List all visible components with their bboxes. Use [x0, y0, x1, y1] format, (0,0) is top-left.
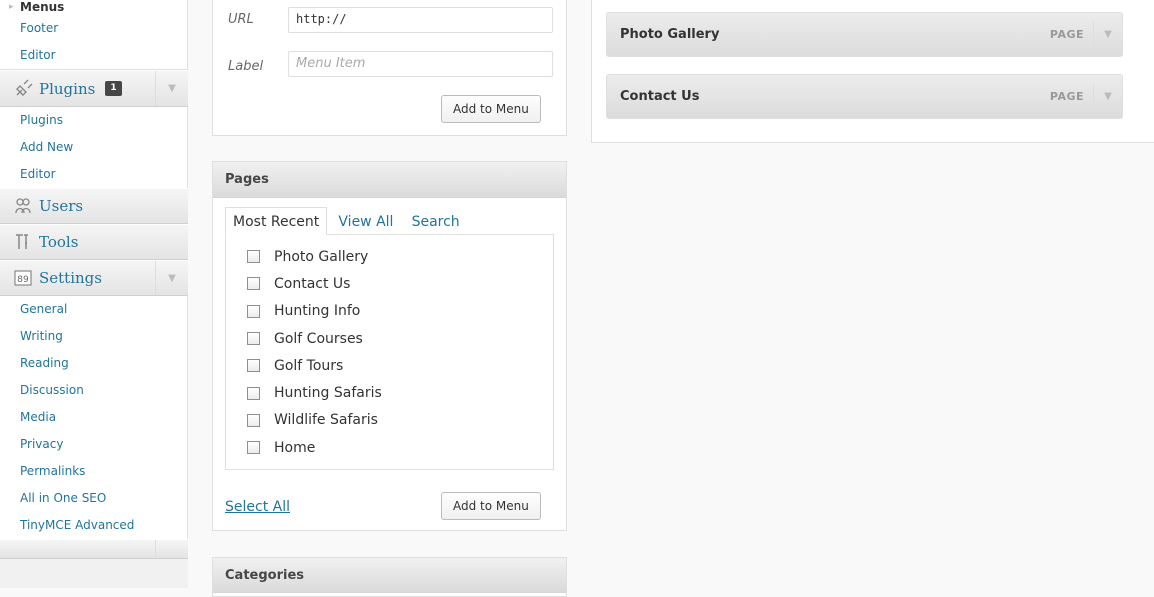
menu-structure-panel: Photo Gallery PAGE ▼ Contact Us PAGE ▼ — [591, 0, 1154, 143]
menu-item-type: PAGE — [1049, 28, 1084, 41]
page-label: Wildlife Safaris — [274, 412, 378, 429]
sidebar-item-add-new[interactable]: Add New — [0, 134, 187, 161]
menu-item-contact-us[interactable]: Contact Us PAGE ▼ — [606, 74, 1123, 119]
tab-most-recent[interactable]: Most Recent — [225, 207, 328, 235]
page-label: Golf Courses — [274, 330, 363, 347]
svg-text:89: 89 — [17, 275, 29, 285]
label-label: Label — [228, 59, 264, 74]
categories-box: Categories — [212, 557, 567, 597]
sidebar-menu-settings[interactable]: 89 Settings ▼ — [0, 260, 188, 296]
sidebar-item-general[interactable]: General — [0, 296, 187, 323]
sidebar-menu-label: Tools — [39, 233, 79, 251]
chevron-down-icon[interactable]: ▼ — [1093, 83, 1122, 110]
url-input[interactable]: http:// — [288, 7, 553, 33]
page-label: Hunting Safaris — [274, 385, 382, 402]
sidebar-menu-label: Users — [39, 197, 84, 215]
list-item[interactable]: Home — [226, 434, 553, 461]
page-checkbox[interactable] — [247, 413, 260, 427]
sidebar-menu-label: Plugins — [39, 79, 96, 98]
tab-search[interactable]: Search — [405, 208, 467, 236]
sidebar-menu-plugins[interactable]: Plugins 1 ▼ — [0, 70, 188, 107]
page-label: Hunting Info — [274, 303, 361, 320]
select-all-link[interactable]: Select All — [225, 499, 290, 515]
sidebar-item-writing[interactable]: Writing — [0, 323, 187, 350]
sidebar-item-privacy[interactable]: Privacy — [0, 431, 187, 458]
sidebar-item-media[interactable]: Media — [0, 404, 187, 431]
sidebar-item-footer[interactable]: Footer — [0, 15, 187, 42]
page-label: Home — [274, 439, 316, 456]
page-checkbox[interactable] — [247, 441, 260, 455]
sidebar-item-tinymce-advanced[interactable]: TinyMCE Advanced — [0, 512, 187, 539]
url-input-value: http:// — [296, 12, 347, 26]
settings-icon: 89 — [12, 267, 34, 289]
tools-icon — [12, 231, 34, 253]
menu-item-title: Photo Gallery — [620, 27, 720, 42]
page-checkbox[interactable] — [247, 386, 260, 400]
sidebar-item-all-in-one-seo[interactable]: All in One SEO — [0, 485, 187, 512]
chevron-down-icon[interactable]: ▼ — [155, 261, 188, 295]
add-pages-button[interactable]: Add to Menu — [441, 492, 541, 520]
sidebar-item-menus[interactable]: ▸ Menus — [0, 0, 187, 15]
list-item[interactable]: Golf Tours — [226, 352, 553, 379]
sidebar-item-editor[interactable]: Editor — [0, 42, 187, 69]
list-item[interactable]: Wildlife Safaris — [226, 407, 553, 434]
sidebar-item-reading[interactable]: Reading — [0, 350, 187, 377]
users-icon — [12, 195, 34, 217]
sidebar-menu-tools[interactable]: Tools — [0, 224, 188, 260]
menu-item-type: PAGE — [1049, 90, 1084, 103]
plugins-submenu: Plugins Add New Editor — [0, 107, 188, 188]
page-label: Photo Gallery — [274, 248, 369, 265]
sidebar-item-discussion[interactable]: Discussion — [0, 377, 187, 404]
list-item[interactable]: Hunting Info — [226, 298, 553, 325]
tab-view-all[interactable]: View All — [331, 208, 400, 236]
page-checkbox[interactable] — [247, 277, 260, 291]
pages-list: Photo Gallery Contact Us Hunting Info Go… — [225, 234, 554, 470]
list-item[interactable]: Hunting Safaris — [226, 379, 553, 406]
sidebar-item-plugin-editor[interactable]: Editor — [0, 161, 187, 188]
menu-item-title: Contact Us — [620, 89, 700, 104]
settings-submenu: General Writing Reading Discussion Media… — [0, 296, 188, 539]
sidebar-menu-next[interactable] — [0, 539, 188, 559]
update-count-badge: 1 — [105, 81, 122, 96]
admin-sidebar: ▸ Menus Footer Editor Plugins 1 ▼ Plugin… — [0, 0, 188, 588]
list-item[interactable]: Golf Courses — [226, 325, 553, 352]
pages-tabs: Most Recent View All Search — [225, 207, 467, 235]
sidebar-menu-label: Settings — [39, 269, 102, 287]
page-checkbox[interactable] — [247, 304, 260, 318]
appearance-submenu: ▸ Menus Footer Editor — [0, 0, 188, 70]
page-checkbox[interactable] — [247, 332, 260, 346]
page-label: Contact Us — [274, 275, 351, 292]
page-label: Golf Tours — [274, 357, 344, 374]
add-custom-link-button[interactable]: Add to Menu — [441, 95, 541, 123]
sidebar-item-label: Menus — [20, 0, 65, 14]
plug-icon — [12, 78, 34, 100]
sidebar-item-permalinks[interactable]: Permalinks — [0, 458, 187, 485]
custom-links-box: URL http:// Label Menu Item Add to Menu — [212, 0, 567, 136]
chevron-down-icon[interactable]: ▼ — [155, 71, 188, 106]
pages-box-title[interactable]: Pages — [213, 162, 566, 198]
chevron-down-icon[interactable]: ▼ — [1093, 21, 1122, 48]
menu-item-label-input[interactable]: Menu Item — [288, 51, 553, 77]
sidebar-item-plugins[interactable]: Plugins — [0, 107, 187, 134]
pages-box: Pages Most Recent View All Search Photo … — [212, 161, 567, 531]
page-checkbox[interactable] — [247, 250, 260, 264]
url-label: URL — [228, 12, 254, 27]
menu-item-photo-gallery[interactable]: Photo Gallery PAGE ▼ — [606, 12, 1123, 57]
page-checkbox[interactable] — [247, 359, 260, 373]
current-arrow-icon: ▸ — [9, 2, 14, 12]
list-item[interactable]: Contact Us — [226, 270, 553, 297]
sidebar-menu-users[interactable]: Users — [0, 188, 188, 224]
label-input-placeholder: Menu Item — [296, 56, 366, 71]
chevron-down-icon[interactable] — [155, 540, 188, 558]
list-item[interactable]: Photo Gallery — [226, 243, 553, 270]
